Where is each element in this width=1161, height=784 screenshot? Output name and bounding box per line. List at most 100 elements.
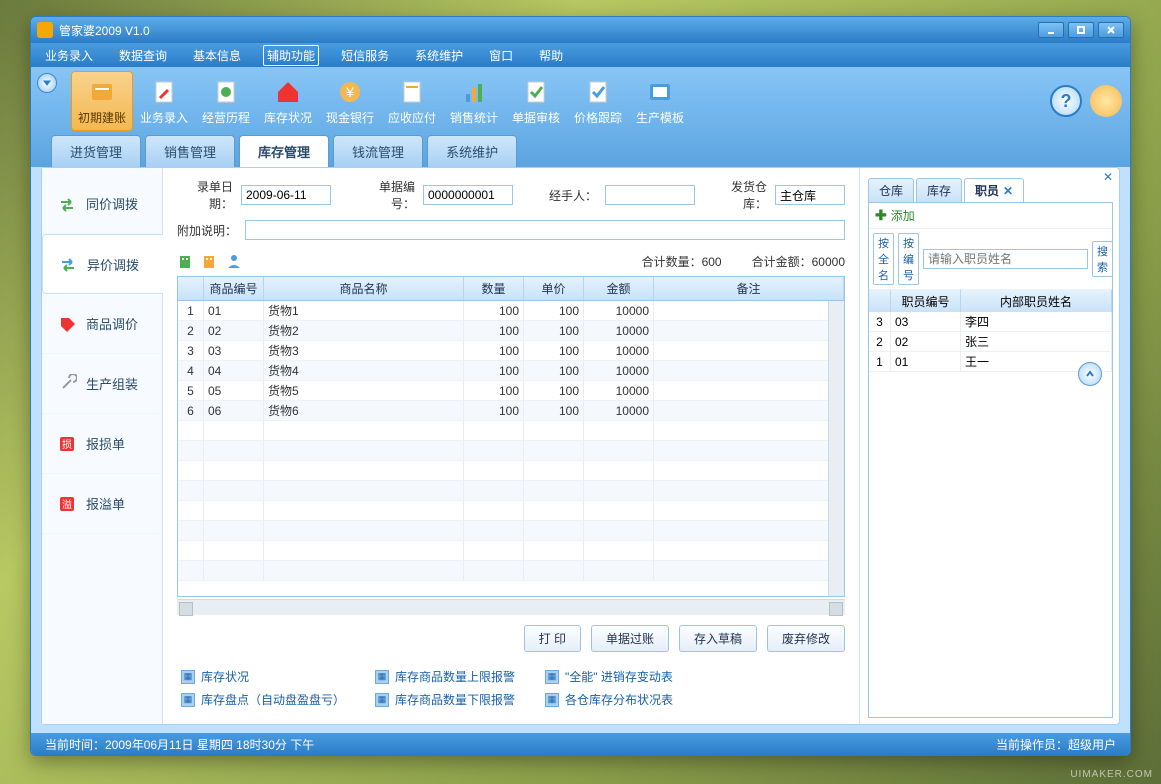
- table-row[interactable]: 606货物610010010000: [178, 401, 844, 421]
- building-green-icon[interactable]: [177, 252, 195, 270]
- add-button[interactable]: ✚ 添加: [869, 203, 1112, 229]
- right-header-0[interactable]: [869, 290, 891, 312]
- building-orange-icon[interactable]: [201, 252, 219, 270]
- action-button-3[interactable]: 废弃修改: [767, 625, 845, 652]
- quick-link-2-1[interactable]: ▦各仓库存分布状况表: [545, 691, 673, 708]
- note-input[interactable]: [245, 220, 845, 240]
- side-item-0[interactable]: 同价调拨: [42, 174, 162, 234]
- side-item-1[interactable]: 异价调拨: [42, 234, 163, 294]
- grid-header-3[interactable]: 数量: [464, 277, 524, 300]
- table-row[interactable]: 303货物310010010000: [178, 341, 844, 361]
- quick-link-0-0[interactable]: ▦库存状况: [181, 668, 345, 685]
- toolbar-collapse-button[interactable]: [37, 73, 57, 93]
- right-tab-1[interactable]: 库存: [916, 178, 962, 202]
- grid-header-4[interactable]: 单价: [524, 277, 584, 300]
- toolbar-approve-icon[interactable]: 单据审核: [505, 71, 567, 131]
- action-button-1[interactable]: 单据过账: [591, 625, 669, 652]
- quick-link-1-0[interactable]: ▦库存商品数量上限报警: [375, 668, 515, 685]
- close-button[interactable]: [1098, 22, 1124, 38]
- side-item-4[interactable]: 损报损单: [42, 414, 162, 474]
- total-amt-label: 合计金额：: [752, 255, 812, 269]
- table-row[interactable]: [178, 521, 844, 541]
- right-header-1[interactable]: 职员编号: [891, 290, 961, 312]
- person-icon[interactable]: [225, 252, 243, 270]
- toolbar-house-icon[interactable]: 库存状况: [257, 71, 319, 131]
- table-row[interactable]: [178, 501, 844, 521]
- toolbar-pencil-icon[interactable]: 业务录入: [133, 71, 195, 131]
- search-button[interactable]: 搜索: [1092, 241, 1113, 277]
- table-row[interactable]: 202货物210010010000: [178, 321, 844, 341]
- table-row[interactable]: [178, 441, 844, 461]
- staff-row[interactable]: 303李四: [869, 312, 1112, 332]
- toolbar-ledger-icon[interactable]: 初期建账: [71, 71, 133, 131]
- staff-search-input[interactable]: [923, 249, 1088, 269]
- maximize-button[interactable]: [1068, 22, 1094, 38]
- approve-icon: [521, 77, 551, 107]
- staff-row[interactable]: 101王一: [869, 352, 1112, 372]
- side-item-5[interactable]: 溢报溢单: [42, 474, 162, 534]
- quick-link-2-0[interactable]: ▦"全能" 进销存变动表: [545, 668, 673, 685]
- overflow-icon: 溢: [56, 493, 78, 515]
- side-item-2[interactable]: 商品调价: [42, 294, 162, 354]
- swirl-icon[interactable]: [1090, 85, 1122, 117]
- content-area: 同价调拨异价调拨商品调价生产组装损报损单溢报溢单 录单日期： 单据编号： 经手人…: [41, 167, 1120, 725]
- grid-header-2[interactable]: 商品名称: [264, 277, 464, 300]
- date-input[interactable]: [241, 185, 331, 205]
- table-row[interactable]: [178, 541, 844, 561]
- side-item-3[interactable]: 生产组装: [42, 354, 162, 414]
- menu-6[interactable]: 窗口: [485, 45, 517, 66]
- right-header-2[interactable]: 内部职员姓名: [961, 290, 1112, 312]
- quick-link-1-1[interactable]: ▦库存商品数量下限报警: [375, 691, 515, 708]
- doc-input[interactable]: [423, 185, 513, 205]
- action-button-2[interactable]: 存入草稿: [679, 625, 757, 652]
- quick-link-0-1[interactable]: ▦库存盘点（自动盘盈盘亏）: [181, 691, 345, 708]
- quick-links: ▦库存状况 ▦库存盘点（自动盘盈盘亏） ▦库存商品数量上限报警 ▦库存商品数量下限报警…: [177, 662, 845, 714]
- menu-5[interactable]: 系统维护: [411, 45, 467, 66]
- main-tab-4[interactable]: 系统维护: [427, 135, 517, 167]
- menu-0[interactable]: 业务录入: [41, 45, 97, 66]
- minimize-button[interactable]: [1038, 22, 1064, 38]
- main-tab-3[interactable]: 钱流管理: [333, 135, 423, 167]
- action-button-0[interactable]: 打 印: [524, 625, 581, 652]
- table-row[interactable]: 505货物510010010000: [178, 381, 844, 401]
- menu-7[interactable]: 帮助: [535, 45, 567, 66]
- handler-input[interactable]: [605, 185, 695, 205]
- main-tab-0[interactable]: 进货管理: [51, 135, 141, 167]
- grid-icon: ▦: [375, 693, 389, 707]
- toolbar-chart-icon[interactable]: 销售统计: [443, 71, 505, 131]
- right-tab-0[interactable]: 仓库: [868, 178, 914, 202]
- chart-icon: [459, 77, 489, 107]
- menu-3[interactable]: 辅助功能: [263, 45, 319, 66]
- table-row[interactable]: [178, 421, 844, 441]
- table-row[interactable]: 404货物410010010000: [178, 361, 844, 381]
- grid-vscroll[interactable]: [828, 301, 844, 596]
- right-tab-2[interactable]: 职员✕: [964, 178, 1024, 202]
- grid-header-5[interactable]: 金额: [584, 277, 654, 300]
- grid-header-1[interactable]: 商品编号: [204, 277, 264, 300]
- tab-close-icon[interactable]: ✕: [1003, 184, 1013, 198]
- menu-2[interactable]: 基本信息: [189, 45, 245, 66]
- staff-row[interactable]: 202张三: [869, 332, 1112, 352]
- table-row[interactable]: [178, 561, 844, 581]
- menu-4[interactable]: 短信服务: [337, 45, 393, 66]
- table-row[interactable]: [178, 461, 844, 481]
- warehouse-input[interactable]: [775, 185, 845, 205]
- grid-hscroll[interactable]: [177, 599, 845, 615]
- main-tab-2[interactable]: 库存管理: [239, 135, 329, 167]
- menu-1[interactable]: 数据查询: [115, 45, 171, 66]
- toolbar-history-icon[interactable]: 经营历程: [195, 71, 257, 131]
- main-tab-1[interactable]: 销售管理: [145, 135, 235, 167]
- toolbar-track-icon[interactable]: 价格跟踪: [567, 71, 629, 131]
- table-row[interactable]: 101货物110010010000: [178, 301, 844, 321]
- help-icon[interactable]: ?: [1050, 85, 1082, 117]
- filter-by-name-button[interactable]: 按全名: [873, 233, 894, 285]
- filter-by-code-button[interactable]: 按编号: [898, 233, 919, 285]
- grid-header-6[interactable]: 备注: [654, 277, 844, 300]
- grid-header-0[interactable]: [178, 277, 204, 300]
- table-row[interactable]: [178, 481, 844, 501]
- scroll-up-button[interactable]: [1078, 362, 1102, 386]
- toolbar-receipt-icon[interactable]: 应收应付: [381, 71, 443, 131]
- panel-close-icon[interactable]: ✕: [1103, 170, 1113, 184]
- toolbar-template-icon[interactable]: 生产模板: [629, 71, 691, 131]
- toolbar-yen-icon[interactable]: ¥现金银行: [319, 71, 381, 131]
